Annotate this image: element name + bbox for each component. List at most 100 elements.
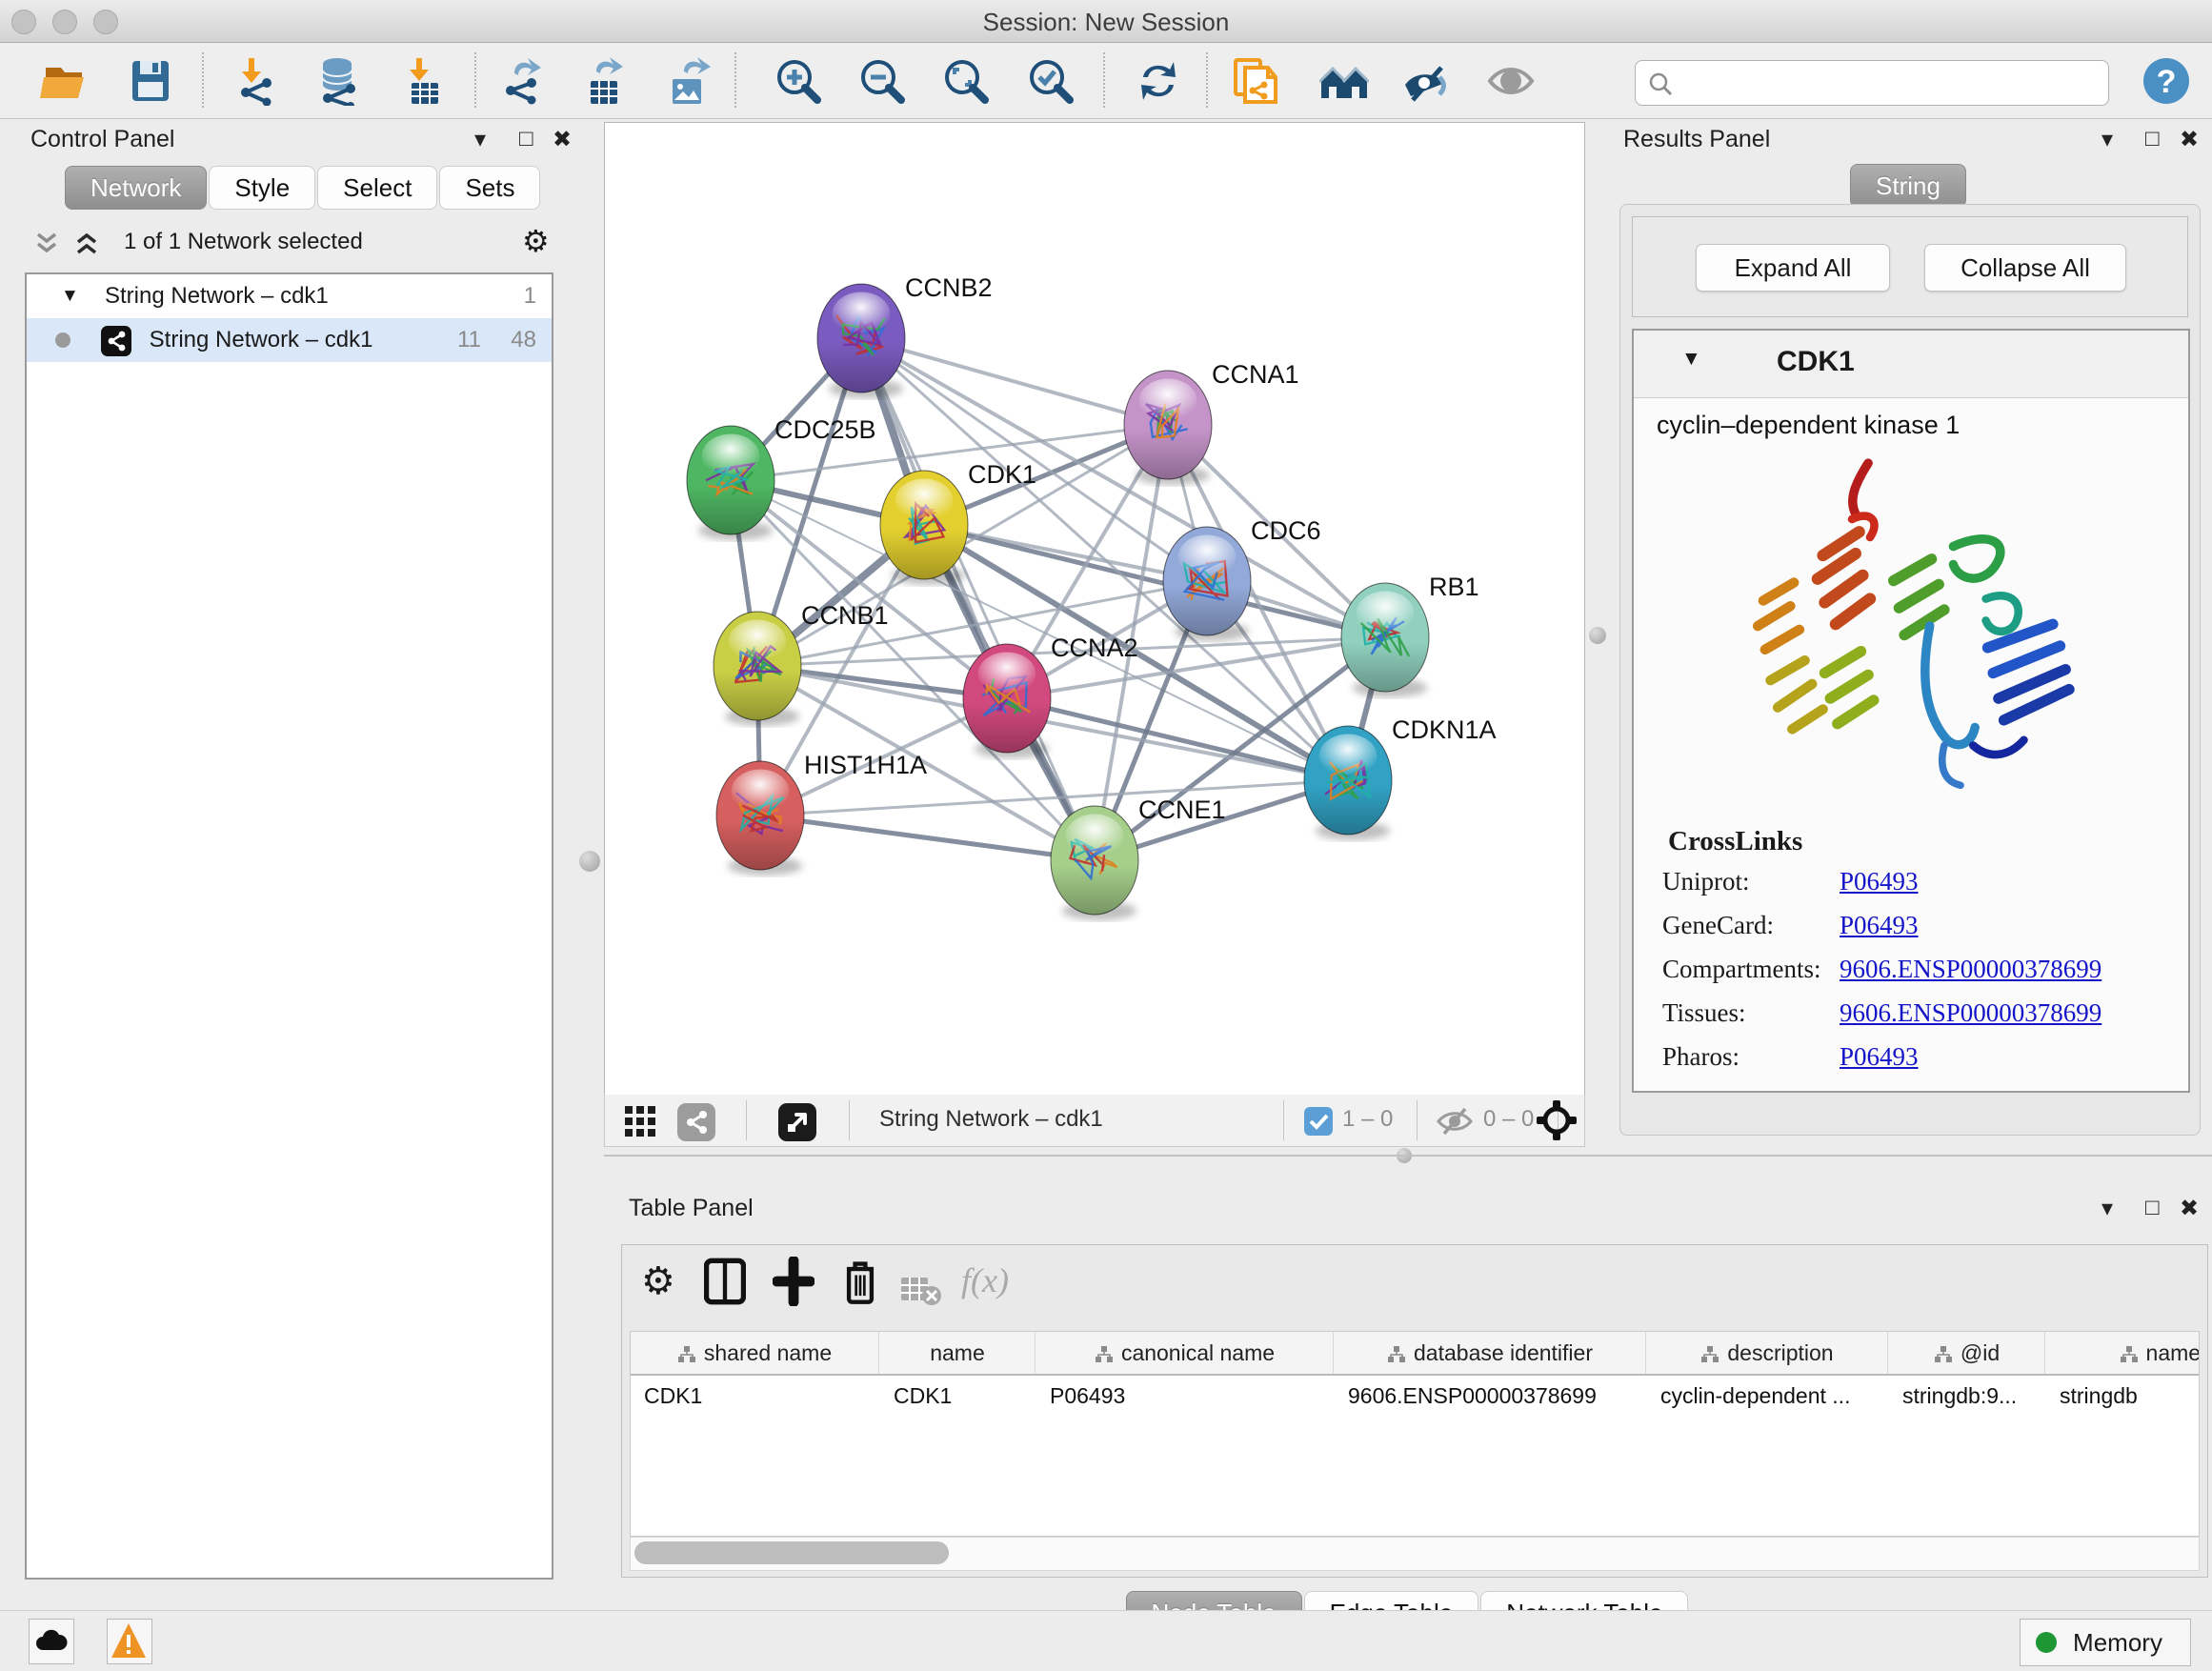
results-panel-float-icon[interactable]: ▾ (2101, 126, 2113, 153)
results-panel-maximize-icon[interactable]: □ (2145, 126, 2160, 152)
column-header-@id[interactable]: @id (1889, 1332, 2045, 1374)
tab-style[interactable]: Style (209, 166, 315, 210)
node-RB1[interactable] (1341, 583, 1429, 697)
tab-sets[interactable]: Sets (439, 166, 540, 210)
table-cell[interactable]: stringdb:9... (1902, 1376, 2041, 1416)
application-window: Session: New Session (0, 0, 2212, 1671)
crosslink-value-link[interactable]: P06493 (1840, 867, 1919, 896)
collapse-all-button[interactable]: Collapse All (1924, 244, 2126, 292)
network-share-view-icon[interactable] (677, 1103, 715, 1141)
left-splitter-handle[interactable] (579, 851, 600, 872)
search-input[interactable] (1681, 65, 2095, 99)
table-horizontal-scrollbar[interactable] (630, 1537, 2200, 1571)
pan-crosshair-icon[interactable] (1537, 1100, 1577, 1140)
import-network-file-icon[interactable] (232, 56, 282, 106)
zoom-in-icon[interactable] (774, 56, 823, 106)
import-network-database-icon[interactable] (312, 56, 362, 106)
add-column-icon[interactable] (773, 1257, 814, 1306)
home-gallery-icon[interactable] (1319, 56, 1369, 106)
hide-eye-icon[interactable] (1401, 56, 1451, 106)
zoom-selected-icon[interactable] (1026, 56, 1076, 106)
table-panel-close-icon[interactable]: ✖ (2180, 1195, 2199, 1222)
export-table-icon[interactable] (579, 56, 629, 106)
column-header-label: database identifier (1414, 1340, 1593, 1365)
collapse-all-chevron-icon[interactable] (72, 231, 101, 257)
right-splitter-handle[interactable] (1589, 627, 1606, 644)
delete-table-icon[interactable] (900, 1266, 942, 1316)
node-CDC25B[interactable] (687, 426, 774, 540)
node-CCNA2[interactable] (963, 644, 1051, 758)
network-node-count: 11 (457, 318, 481, 362)
table-panel-float-icon[interactable]: ▾ (2101, 1195, 2113, 1222)
table-cell[interactable]: cyclin-dependent ... (1660, 1376, 1883, 1416)
network-row[interactable]: String Network – cdk1 11 48 (27, 318, 552, 362)
expand-all-chevron-icon[interactable] (32, 232, 61, 257)
export-network-icon[interactable] (497, 56, 547, 106)
node-CCNA1[interactable] (1124, 371, 1212, 485)
table-cell[interactable]: CDK1 (894, 1376, 1031, 1416)
toolbar-separator (734, 52, 736, 108)
column-header-canonical-name[interactable]: canonical name (1036, 1332, 1334, 1374)
memory-button[interactable]: Memory (2020, 1619, 2191, 1666)
help-icon[interactable]: ? (2142, 56, 2191, 106)
edge-CCNB2-CCNE1[interactable] (861, 338, 1095, 860)
node-CCNE1[interactable] (1051, 806, 1138, 920)
control-panel-maximize-icon[interactable]: □ (519, 126, 533, 152)
warnings-button[interactable] (107, 1619, 152, 1664)
scrollbar-thumb[interactable] (634, 1541, 949, 1564)
table-cell[interactable]: P06493 (1050, 1376, 1329, 1416)
edge-CCNE1-HIST1H1A[interactable] (760, 815, 1095, 860)
crosslink-value-link[interactable]: P06493 (1840, 911, 1919, 940)
expand-all-button[interactable]: Expand All (1696, 244, 1890, 292)
table-cell[interactable]: stringdb (2060, 1376, 2200, 1416)
control-panel-float-icon[interactable]: ▾ (474, 126, 486, 153)
search-icon (1647, 70, 1674, 97)
export-image-icon[interactable] (665, 56, 714, 106)
crosslink-row: GeneCard:P06493 (1634, 911, 2188, 955)
column-header-shared-name[interactable]: shared name (631, 1332, 879, 1374)
crosslink-value-link[interactable]: P06493 (1840, 1042, 1919, 1072)
refresh-view-icon[interactable] (1134, 56, 1183, 106)
show-columns-icon[interactable] (704, 1257, 746, 1306)
table-cell[interactable]: 9606.ENSP00000378699 (1348, 1376, 1641, 1416)
tab-network[interactable]: Network (65, 166, 207, 210)
save-session-icon[interactable] (126, 56, 175, 106)
node-CDKN1A[interactable] (1304, 726, 1392, 840)
table-gear-icon[interactable]: ⚙ (641, 1257, 683, 1306)
show-eye-icon[interactable] (1486, 56, 1536, 106)
column-header-name[interactable]: name (880, 1332, 1036, 1374)
node-CCNB1[interactable] (714, 612, 801, 726)
delete-column-icon[interactable] (839, 1257, 881, 1306)
tab-string[interactable]: String (1850, 164, 1966, 208)
network-collection-row[interactable]: ▼ String Network – cdk1 1 (27, 274, 552, 318)
gear-icon[interactable]: ⚙ (522, 223, 550, 259)
node-HIST1H1A[interactable] (716, 761, 804, 876)
crosslink-value-link[interactable]: 9606.ENSP00000378699 (1840, 998, 2101, 1028)
table-panel-maximize-icon[interactable]: □ (2145, 1195, 2160, 1221)
column-header-description[interactable]: description (1647, 1332, 1888, 1374)
zoom-out-icon[interactable] (857, 56, 907, 106)
share-document-icon[interactable] (1232, 56, 1281, 106)
column-header-namespace[interactable]: namespace (2046, 1332, 2200, 1374)
network-view-canvas[interactable]: CCNB2CCNA1CDC25BCDK1CDC6RB1CCNB1CCNA2CDK… (604, 122, 1585, 1096)
results-panel-close-icon[interactable]: ✖ (2180, 126, 2199, 153)
tab-select[interactable]: Select (317, 166, 437, 210)
crosslink-label: Pharos: (1662, 1042, 1739, 1072)
selected-checkbox-icon[interactable] (1304, 1107, 1333, 1136)
birds-eye-view-icon[interactable] (778, 1103, 816, 1141)
zoom-fit-content-icon[interactable] (941, 56, 991, 106)
column-header-database-identifier[interactable]: database identifier (1335, 1332, 1646, 1374)
automation-cloud-button[interactable] (29, 1619, 74, 1664)
node-CCNB2[interactable] (817, 284, 905, 398)
crosslink-value-link[interactable]: 9606.ENSP00000378699 (1840, 955, 2101, 984)
collapse-triangle-icon[interactable]: ▼ (61, 274, 79, 318)
import-table-file-icon[interactable] (400, 56, 450, 106)
control-panel-close-icon[interactable]: ✖ (553, 126, 572, 153)
grid-view-icon[interactable] (624, 1105, 656, 1137)
collapse-triangle-icon[interactable]: ▼ (1681, 348, 1701, 371)
control-panel: Control Panel ▾ □ ✖ NetworkStyleSelectSe… (10, 122, 567, 1583)
open-session-icon[interactable] (40, 56, 90, 106)
string-network-graph[interactable]: CCNB2CCNA1CDC25BCDK1CDC6RB1CCNB1CCNA2CDK… (605, 123, 1584, 1095)
gene-card-header[interactable]: ▼ CDK1 (1634, 331, 2188, 398)
table-cell[interactable]: CDK1 (644, 1376, 875, 1416)
